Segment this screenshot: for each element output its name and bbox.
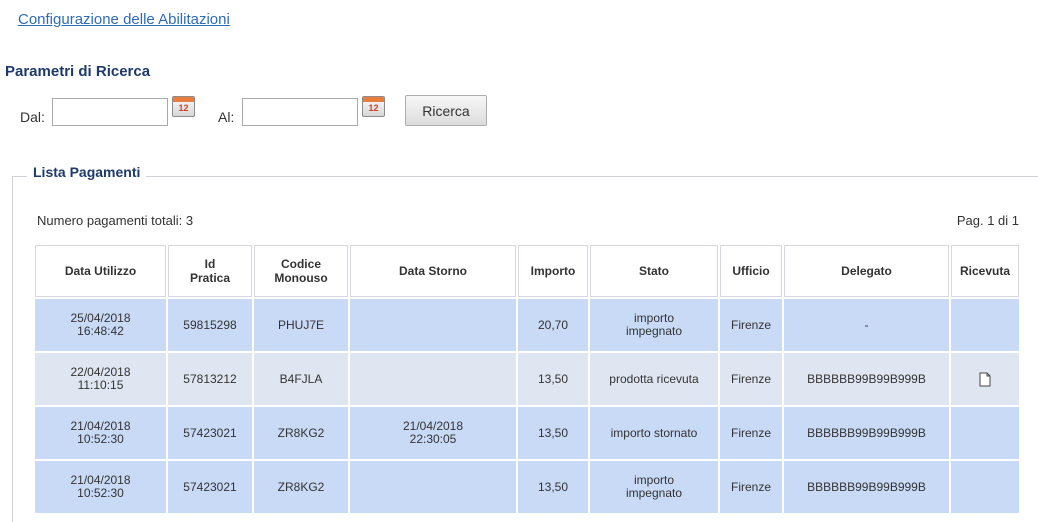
cell-importo: 13,50 xyxy=(518,353,588,405)
table-row: 25/04/2018 16:48:42 59815298 PHUJ7E 20,7… xyxy=(35,299,1019,351)
cell-ufficio: Firenze xyxy=(720,407,782,459)
calendar-icon[interactable]: 12 xyxy=(172,96,195,117)
cell-delegato: BBBBBB99B99B999B xyxy=(784,353,949,405)
cell-data-utilizzo: 21/04/2018 10:52:30 xyxy=(35,461,166,513)
cell-id-pratica: 59815298 xyxy=(168,299,252,351)
column-header-codice-monouso: Codice Monouso xyxy=(254,245,348,297)
cell-stato-value: importo impegnato xyxy=(625,311,683,338)
ricerca-button[interactable]: Ricerca xyxy=(405,95,487,126)
cell-id-pratica: 57423021 xyxy=(168,407,252,459)
cell-delegato: BBBBBB99B99B999B xyxy=(784,407,949,459)
cell-data-storno xyxy=(350,353,516,405)
lista-pagamenti-legend: Lista Pagamenti xyxy=(27,164,147,180)
cell-data-utilizzo: 25/04/2018 16:48:42 xyxy=(35,299,166,351)
calendar-icon[interactable]: 12 xyxy=(362,96,385,117)
cell-importo: 13,50 xyxy=(518,461,588,513)
cell-ricevuta xyxy=(951,353,1019,405)
column-header-data-storno: Data Storno xyxy=(350,245,516,297)
document-icon[interactable] xyxy=(979,372,991,387)
column-header-label: Ufficio xyxy=(732,264,770,278)
column-header-id-pratica: Id Pratica xyxy=(168,245,252,297)
cell-codice-monouso: B4FJLA xyxy=(254,353,348,405)
cell-ricevuta xyxy=(951,461,1019,513)
total-payments-label: Numero pagamenti totali: xyxy=(37,213,183,228)
column-header-label: Data Utilizzo xyxy=(64,264,137,278)
calendar-icon-day: 12 xyxy=(178,103,189,113)
column-header-label: Id Pratica xyxy=(189,257,231,285)
cell-data-utilizzo-value: 21/04/2018 10:52:30 xyxy=(70,419,131,446)
al-label: Al: xyxy=(218,109,235,125)
column-header-label: Codice Monouso xyxy=(274,257,328,285)
cell-data-utilizzo-value: 25/04/2018 16:48:42 xyxy=(70,311,131,338)
table-row: 22/04/2018 11:10:15 57813212 B4FJLA 13,5… xyxy=(35,353,1019,405)
table-row: 21/04/2018 10:52:30 57423021 ZR8KG2 13,5… xyxy=(35,461,1019,513)
cell-data-storno: 21/04/2018 22:30:05 xyxy=(350,407,516,459)
cell-stato-value: prodotta ricevuta xyxy=(609,371,699,386)
cell-delegato: - xyxy=(784,299,949,351)
cell-codice-monouso: ZR8KG2 xyxy=(254,407,348,459)
dal-label: Dal: xyxy=(20,109,45,125)
column-header-ufficio: Ufficio xyxy=(720,245,782,297)
al-date-input[interactable] xyxy=(242,98,358,126)
cell-codice-monouso: ZR8KG2 xyxy=(254,461,348,513)
column-header-data-utilizzo: Data Utilizzo xyxy=(35,245,166,297)
cell-codice-monouso: PHUJ7E xyxy=(254,299,348,351)
column-header-label: Data Storno xyxy=(398,264,467,278)
cell-stato: importo impegnato xyxy=(590,461,718,513)
cell-data-storno xyxy=(350,461,516,513)
column-header-label: Stato xyxy=(639,264,669,278)
dal-date-input[interactable] xyxy=(52,98,168,126)
total-payments: Numero pagamenti totali: 3 xyxy=(37,213,193,229)
cell-data-storno xyxy=(350,299,516,351)
cell-data-utilizzo-value: 22/04/2018 11:10:15 xyxy=(70,365,131,392)
column-header-stato: Stato xyxy=(590,245,718,297)
cell-ufficio: Firenze xyxy=(720,461,782,513)
table-header-row: Data Utilizzo Id Pratica Codice Monouso … xyxy=(35,245,1019,297)
column-header-label: Ricevuta xyxy=(959,264,1011,278)
total-payments-count: 3 xyxy=(185,213,194,228)
cell-ufficio: Firenze xyxy=(720,353,782,405)
column-header-ricevuta: Ricevuta xyxy=(951,245,1019,297)
column-header-label: Importo xyxy=(530,264,576,278)
cell-stato: importo impegnato xyxy=(590,299,718,351)
cell-id-pratica: 57813212 xyxy=(168,353,252,405)
column-header-delegato: Delegato xyxy=(784,245,949,297)
cell-delegato: BBBBBB99B99B999B xyxy=(784,461,949,513)
cell-data-utilizzo: 22/04/2018 11:10:15 xyxy=(35,353,166,405)
cell-ufficio: Firenze xyxy=(720,299,782,351)
cell-data-storno-value: 21/04/2018 22:30:05 xyxy=(402,419,464,446)
search-section-title: Parametri di Ricerca xyxy=(5,63,151,80)
column-header-importo: Importo xyxy=(518,245,588,297)
cell-stato-value: importo stornato xyxy=(610,425,698,440)
cell-importo: 13,50 xyxy=(518,407,588,459)
table-row: 21/04/2018 10:52:30 57423021 ZR8KG2 21/0… xyxy=(35,407,1019,459)
cell-stato: prodotta ricevuta xyxy=(590,353,718,405)
payments-table: Data Utilizzo Id Pratica Codice Monouso … xyxy=(33,243,1021,515)
pagination-info: Pag. 1 di 1 xyxy=(956,213,1019,228)
column-header-label: Delegato xyxy=(841,264,892,278)
configurazione-abilitazioni-link[interactable]: Configurazione delle Abilitazioni xyxy=(18,11,230,29)
cell-ricevuta xyxy=(951,299,1019,351)
cell-data-utilizzo-value: 21/04/2018 10:52:30 xyxy=(70,473,131,500)
calendar-icon-day: 12 xyxy=(368,103,379,113)
cell-importo: 20,70 xyxy=(518,299,588,351)
cell-id-pratica: 57423021 xyxy=(168,461,252,513)
cell-stato: importo stornato xyxy=(590,407,718,459)
cell-data-utilizzo: 21/04/2018 10:52:30 xyxy=(35,407,166,459)
cell-ricevuta xyxy=(951,407,1019,459)
cell-stato-value: importo impegnato xyxy=(625,473,683,500)
